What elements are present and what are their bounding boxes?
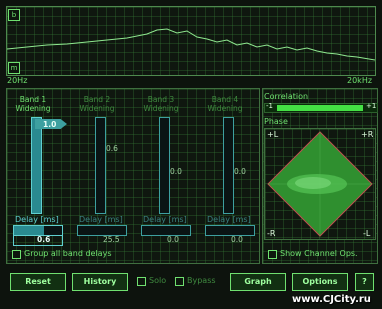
reset-button[interactable]: Reset bbox=[10, 273, 66, 291]
spectrum-top-marker[interactable]: b bbox=[8, 9, 20, 21]
band-4-delay-value: 0.0 bbox=[231, 235, 243, 244]
band-3-value: 0.0 bbox=[170, 167, 182, 176]
band-3-title-text: Band 3 bbox=[147, 95, 175, 104]
band-4-value: 0.0 bbox=[234, 167, 246, 176]
band-3-delay-slider[interactable] bbox=[141, 225, 191, 236]
help-button[interactable]: ? bbox=[355, 273, 374, 291]
band-4-delay-label: Delay [ms] bbox=[207, 215, 251, 224]
group-delays-checkbox[interactable] bbox=[12, 250, 21, 259]
band-2-widening-slider[interactable] bbox=[95, 117, 106, 214]
band-4-title[interactable]: Band 4 Widening bbox=[201, 95, 249, 113]
band-1-title[interactable]: Band 1 Widening bbox=[9, 95, 57, 113]
band-1-delay-fill bbox=[14, 226, 44, 235]
history-button[interactable]: History bbox=[72, 273, 128, 291]
band-1-value: 1.0 bbox=[43, 120, 57, 129]
band-4-widening-slider[interactable] bbox=[223, 117, 234, 214]
bypass-label: Bypass bbox=[187, 276, 216, 285]
band-3-delay-label: Delay [ms] bbox=[143, 215, 187, 224]
solo-label: Solo bbox=[149, 276, 167, 285]
correlation-label: Correlation bbox=[264, 92, 309, 101]
band-1-widening-slider[interactable] bbox=[31, 117, 42, 214]
options-button[interactable]: Options bbox=[292, 273, 348, 291]
spectrum-curve bbox=[7, 28, 375, 61]
band-2-delay-value: 25.5 bbox=[103, 235, 120, 244]
freq-end-label: 20kHz bbox=[347, 76, 373, 85]
correlation-max-label: +1 bbox=[366, 102, 377, 110]
band-4-delay-slider[interactable] bbox=[205, 225, 255, 236]
band-2-title-text: Band 2 bbox=[83, 95, 111, 104]
band-1-title-text: Band 1 bbox=[19, 95, 47, 104]
band-2-subtitle: Widening bbox=[79, 104, 115, 113]
phase-label: Phase bbox=[264, 117, 288, 126]
show-channel-ops-checkbox[interactable] bbox=[268, 250, 277, 259]
band-4-subtitle: Widening bbox=[207, 104, 243, 113]
phase-scope: +L +R -R -L bbox=[264, 128, 376, 240]
show-channel-ops-label: Show Channel Ops. bbox=[280, 249, 358, 258]
correlation-min-label: -1 bbox=[266, 102, 273, 110]
band-1-slider-fill bbox=[32, 118, 41, 213]
band-3-delay-value: 0.0 bbox=[167, 235, 179, 244]
phase-br-label: -L bbox=[363, 229, 371, 238]
freq-start-label: 20Hz bbox=[7, 76, 28, 85]
correlation-meter bbox=[264, 103, 378, 113]
band-3-title[interactable]: Band 3 Widening bbox=[137, 95, 185, 113]
band-1-subtitle: Widening bbox=[15, 104, 51, 113]
band-3-subtitle: Widening bbox=[143, 104, 179, 113]
spectrum-display: b m bbox=[6, 6, 376, 76]
band-1-delay-label: Delay [ms] bbox=[15, 215, 59, 224]
bypass-checkbox[interactable] bbox=[175, 277, 184, 286]
phase-diamond bbox=[267, 131, 373, 237]
watermark: www.CJCity.ru bbox=[292, 294, 371, 305]
group-delays-label: Group all band delays bbox=[24, 249, 112, 258]
band-3-widening-slider[interactable] bbox=[159, 117, 170, 214]
solo-checkbox[interactable] bbox=[137, 277, 146, 286]
graph-button[interactable]: Graph bbox=[230, 273, 286, 291]
band-1-delay-value-box bbox=[13, 235, 63, 246]
spectrum-bottom-marker[interactable]: m bbox=[8, 62, 20, 74]
correlation-meter-fill bbox=[277, 105, 363, 111]
phase-tr-label: +R bbox=[361, 130, 374, 139]
band-4-title-text: Band 4 bbox=[211, 95, 239, 104]
bands-panel: Band 1 Widening Band 2 Widening Band 3 W… bbox=[6, 88, 260, 264]
band-2-value: 0.6 bbox=[106, 144, 118, 153]
phase-tl-label: +L bbox=[267, 130, 279, 139]
band-2-title[interactable]: Band 2 Widening bbox=[73, 95, 121, 113]
phase-bl-label: -R bbox=[267, 229, 276, 238]
plugin-window: b m 20Hz 20kHz Band 1 Widening Band 2 Wi… bbox=[0, 0, 382, 309]
band-2-delay-label: Delay [ms] bbox=[79, 215, 123, 224]
